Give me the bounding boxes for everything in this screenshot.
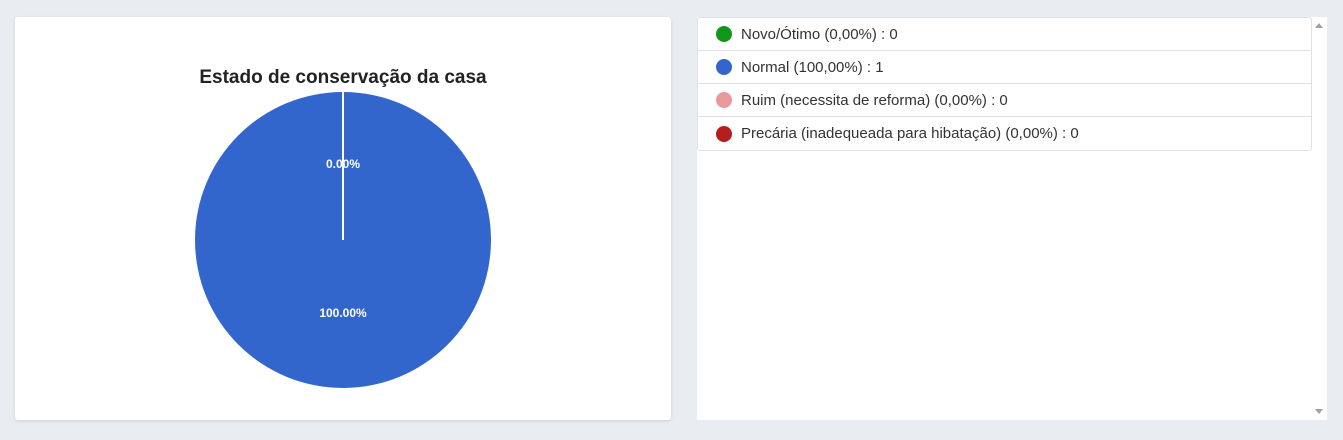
legend-label: Ruim (necessita de reforma) (0,00%) : 0: [741, 91, 1008, 109]
legend-label: Novo/Ótimo (0,00%) : 0: [741, 25, 898, 43]
legend-item-normal[interactable]: Normal (100,00%) : 1: [698, 51, 1311, 84]
pie-chart: 0.00% 100.00%: [195, 92, 491, 388]
legend-panel: Novo/Ótimo (0,00%) : 0 Normal (100,00%) …: [697, 17, 1327, 420]
legend-dot-icon: [716, 92, 732, 108]
legend-label: Normal (100,00%) : 1: [741, 58, 884, 76]
chart-card: Estado de conservação da casa 0.00% 100.0…: [15, 17, 671, 420]
scrollbar[interactable]: [1312, 17, 1327, 420]
legend-dot-icon: [716, 26, 732, 42]
scroll-down-arrow-icon[interactable]: [1315, 409, 1323, 414]
legend-dot-icon: [716, 125, 732, 142]
legend-dot-icon: [716, 59, 732, 75]
legend-item-precaria[interactable]: Precária (inadequeada para hibatação) (0…: [698, 117, 1311, 150]
legend-item-novo-otimo[interactable]: Novo/Ótimo (0,00%) : 0: [698, 18, 1311, 51]
data-label: 0.00%: [326, 157, 360, 171]
legend-item-ruim[interactable]: Ruim (necessita de reforma) (0,00%) : 0: [698, 84, 1311, 117]
legend-label: Precária (inadequeada para hibatação) (0…: [741, 125, 1079, 142]
data-label: 100.00%: [319, 306, 367, 320]
scroll-up-arrow-icon[interactable]: [1315, 23, 1323, 28]
legend-list: Novo/Ótimo (0,00%) : 0 Normal (100,00%) …: [697, 17, 1312, 151]
